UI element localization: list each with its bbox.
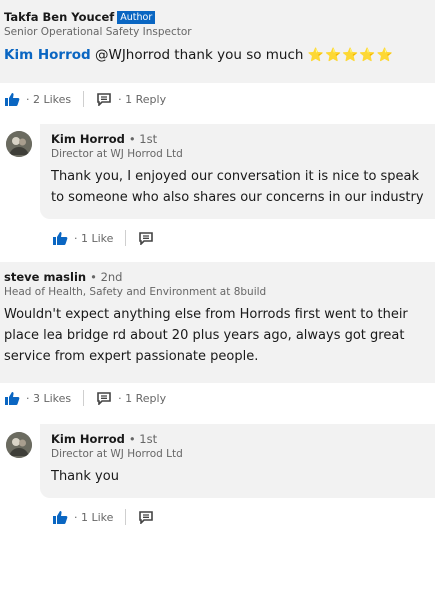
author-name[interactable]: Kim Horrod (51, 432, 125, 446)
author-title: Head of Health, Safety and Environment a… (4, 286, 267, 298)
likes-count[interactable]: · 3 Likes (26, 392, 71, 405)
reply-card: Kim Horrod • 1st Director at WJ Horrod L… (40, 124, 435, 219)
comment-card: Takfa Ben Youcef Author Senior Operationa… (0, 0, 435, 83)
comment-text: Wouldn't expect anything else from Horro… (4, 307, 408, 364)
avatar[interactable] (6, 131, 32, 157)
divider (125, 230, 127, 246)
divider (83, 91, 85, 107)
likes-count[interactable]: · 1 Like (74, 511, 113, 524)
avatar[interactable] (6, 432, 32, 458)
reply-actions: · 1 Like (52, 508, 154, 526)
thumbs-up-icon[interactable] (4, 391, 20, 405)
divider (125, 509, 127, 525)
author-name[interactable]: steve maslin (4, 270, 86, 284)
likes-count[interactable]: · 2 Likes (26, 93, 71, 106)
thumbs-up-icon[interactable] (52, 510, 68, 524)
reply-card: Kim Horrod • 1st Director at WJ Horrod L… (40, 424, 435, 498)
comment-body: @WJhorrod thank you so much (90, 47, 308, 63)
comment-card: steve maslin • 2nd Head of Health, Safet… (0, 262, 435, 383)
comment-actions: · 3 Likes · 1 Reply (4, 389, 166, 407)
author-title: Senior Operational Safety Inspector (4, 26, 192, 38)
connection-degree: • 2nd (90, 270, 123, 284)
reply-icon[interactable] (138, 510, 154, 524)
thumbs-up-icon[interactable] (4, 92, 20, 106)
connection-degree: • 1st (128, 432, 158, 446)
author-title: Director at WJ Horrod Ltd (51, 448, 183, 460)
star-emojis: ⭐⭐⭐⭐⭐ (307, 48, 394, 63)
reply-actions: · 1 Like (52, 229, 154, 247)
comment-actions: · 2 Likes · 1 Reply (4, 90, 166, 108)
reply-author[interactable]: Kim Horrod • 1st (51, 132, 435, 146)
reply-icon[interactable] (96, 92, 112, 106)
author-title: Director at WJ Horrod Ltd (51, 148, 183, 160)
reply-icon[interactable] (96, 391, 112, 405)
likes-count[interactable]: · 1 Like (74, 232, 113, 245)
mention-link[interactable]: Kim Horrod (4, 47, 91, 63)
comment-author[interactable]: Takfa Ben Youcef Author (4, 10, 431, 24)
reply-icon[interactable] (138, 231, 154, 245)
author-name[interactable]: Kim Horrod (51, 132, 125, 146)
author-badge: Author (117, 11, 156, 24)
divider (83, 390, 85, 406)
author-name[interactable]: Takfa Ben Youcef (4, 10, 114, 24)
connection-degree: • 1st (128, 132, 158, 146)
reply-text: Thank you, I enjoyed our conversation it… (51, 169, 424, 205)
reply-author[interactable]: Kim Horrod • 1st (51, 432, 435, 446)
reply-text: Thank you (51, 469, 119, 484)
comment-text: Kim Horrod @WJhorrod thank you so much ⭐… (4, 45, 431, 66)
replies-count[interactable]: · 1 Reply (118, 392, 166, 405)
replies-count[interactable]: · 1 Reply (118, 93, 166, 106)
comment-author[interactable]: steve maslin • 2nd (4, 270, 431, 284)
thumbs-up-icon[interactable] (52, 231, 68, 245)
